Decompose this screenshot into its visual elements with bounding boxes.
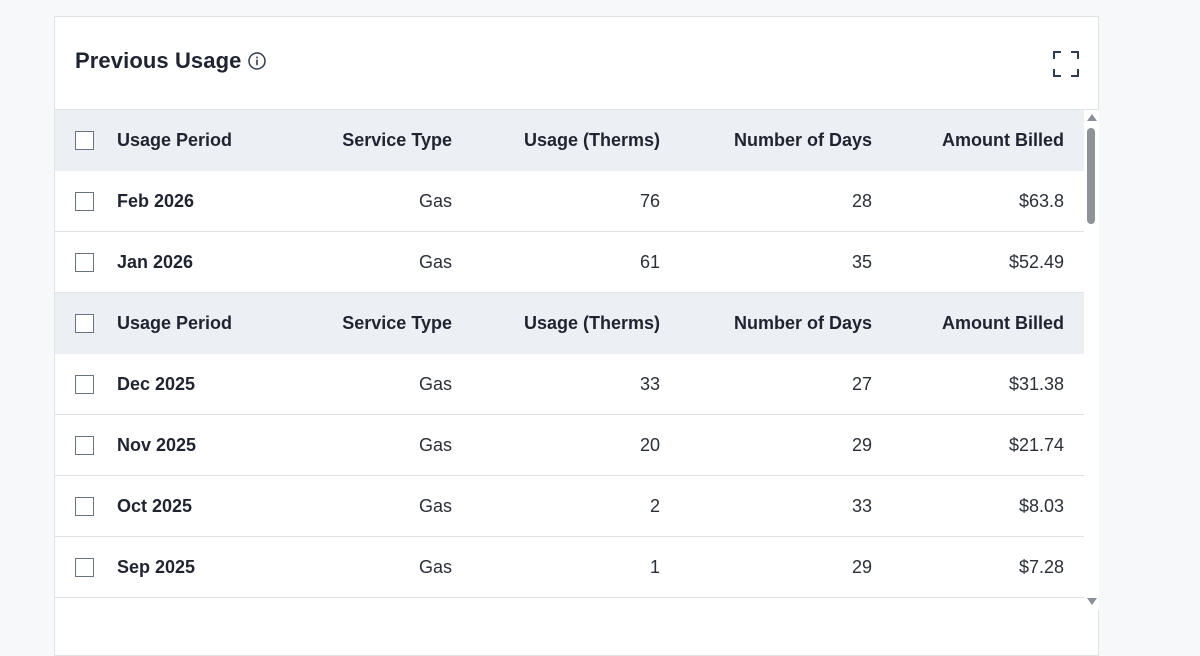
cell-service: Gas xyxy=(418,556,452,577)
column-header-service[interactable]: Service Type xyxy=(292,293,452,354)
cell-days: 27 xyxy=(851,373,872,394)
cell-usage: 2 xyxy=(649,495,660,516)
table-row[interactable]: Nov 2025 Gas 20 29 $21.74 xyxy=(55,415,1084,476)
cell-usage: 20 xyxy=(639,434,660,455)
cell-amount: $8.03 xyxy=(1018,495,1064,516)
cell-period: Feb 2026 xyxy=(117,190,195,211)
cell-service: Gas xyxy=(418,434,452,455)
cell-usage: 33 xyxy=(639,373,660,394)
scroll-up-arrow-icon[interactable] xyxy=(1087,114,1097,121)
row-checkbox-cell xyxy=(75,415,97,475)
cell-service: Gas xyxy=(418,251,452,272)
previous-usage-card: Previous Usage Usage Period Service Type U… xyxy=(54,16,1099,656)
column-header-period[interactable]: Usage Period xyxy=(117,110,297,171)
table-scrollbar[interactable] xyxy=(1084,110,1099,610)
column-header-period[interactable]: Usage Period xyxy=(117,293,297,354)
table-row[interactable]: Dec 2025 Gas 33 27 $31.38 xyxy=(55,354,1084,415)
expand-icon[interactable] xyxy=(1052,50,1080,78)
table-header-row: Usage Period Service Type Usage (Therms) Nu… xyxy=(55,110,1084,171)
row-checkbox[interactable] xyxy=(75,557,94,577)
cell-usage: 1 xyxy=(649,556,660,577)
cell-service: Gas xyxy=(418,190,452,211)
row-checkbox-cell xyxy=(75,476,97,536)
row-checkbox-cell xyxy=(75,354,97,414)
column-header-usage[interactable]: Usage (Therms) xyxy=(480,293,660,354)
scroll-thumb[interactable] xyxy=(1087,128,1095,224)
select-all-checkbox[interactable] xyxy=(75,314,94,333)
row-checkbox[interactable] xyxy=(75,191,94,211)
row-checkbox[interactable] xyxy=(75,496,94,516)
info-icon[interactable] xyxy=(248,52,267,70)
cell-days: 29 xyxy=(851,556,872,577)
cell-usage: 61 xyxy=(639,251,660,272)
scroll-down-arrow-icon[interactable] xyxy=(1087,598,1097,605)
cell-days: 28 xyxy=(851,190,872,211)
cell-period: Oct 2025 xyxy=(117,495,193,516)
cell-amount: $21.74 xyxy=(1008,434,1064,455)
card-title: Previous Usage xyxy=(75,48,242,73)
row-checkbox-cell xyxy=(75,537,97,597)
cell-amount: $31.38 xyxy=(1008,373,1064,394)
cell-service: Gas xyxy=(418,495,452,516)
cell-period: Dec 2025 xyxy=(117,373,196,394)
column-header-amount[interactable]: Amount Billed xyxy=(904,293,1064,354)
select-all-checkbox[interactable] xyxy=(75,131,94,150)
cell-amount: $52.49 xyxy=(1008,251,1064,272)
row-checkbox-cell xyxy=(75,232,97,292)
header-checkbox-cell xyxy=(75,110,97,171)
table-row[interactable]: Sep 2025 Gas 1 29 $7.28 xyxy=(55,537,1084,598)
table-row[interactable]: Feb 2026 Gas 76 28 $63.8 xyxy=(55,171,1084,232)
table-header-row: Usage Period Service Type Usage (Therms) Nu… xyxy=(55,293,1084,354)
cell-days: 35 xyxy=(851,251,872,272)
header-checkbox-cell xyxy=(75,293,97,354)
card-header: Previous Usage xyxy=(55,17,1098,110)
table-row[interactable]: Oct 2025 Gas 2 33 $8.03 xyxy=(55,476,1084,537)
usage-table: Usage Period Service Type Usage (Therms) Nu… xyxy=(55,110,1084,602)
column-header-days[interactable]: Number of Days xyxy=(692,110,872,171)
cell-service: Gas xyxy=(418,373,452,394)
table-row[interactable]: Jan 2026 Gas 61 35 $52.49 xyxy=(55,232,1084,293)
title-wrap: Previous Usage xyxy=(75,48,267,74)
cell-period: Sep 2025 xyxy=(117,556,196,577)
cell-period: Jan 2026 xyxy=(117,251,194,272)
row-checkbox[interactable] xyxy=(75,435,94,455)
cell-usage: 76 xyxy=(639,190,660,211)
row-checkbox[interactable] xyxy=(75,374,94,394)
row-checkbox-cell xyxy=(75,171,97,231)
column-header-service[interactable]: Service Type xyxy=(292,110,452,171)
row-checkbox[interactable] xyxy=(75,252,94,272)
cell-days: 33 xyxy=(851,495,872,516)
column-header-amount[interactable]: Amount Billed xyxy=(904,110,1064,171)
cell-amount: $63.8 xyxy=(1018,190,1064,211)
cell-amount: $7.28 xyxy=(1018,556,1064,577)
column-header-days[interactable]: Number of Days xyxy=(692,293,872,354)
cell-period: Nov 2025 xyxy=(117,434,197,455)
cell-days: 29 xyxy=(851,434,872,455)
column-header-usage[interactable]: Usage (Therms) xyxy=(480,110,660,171)
